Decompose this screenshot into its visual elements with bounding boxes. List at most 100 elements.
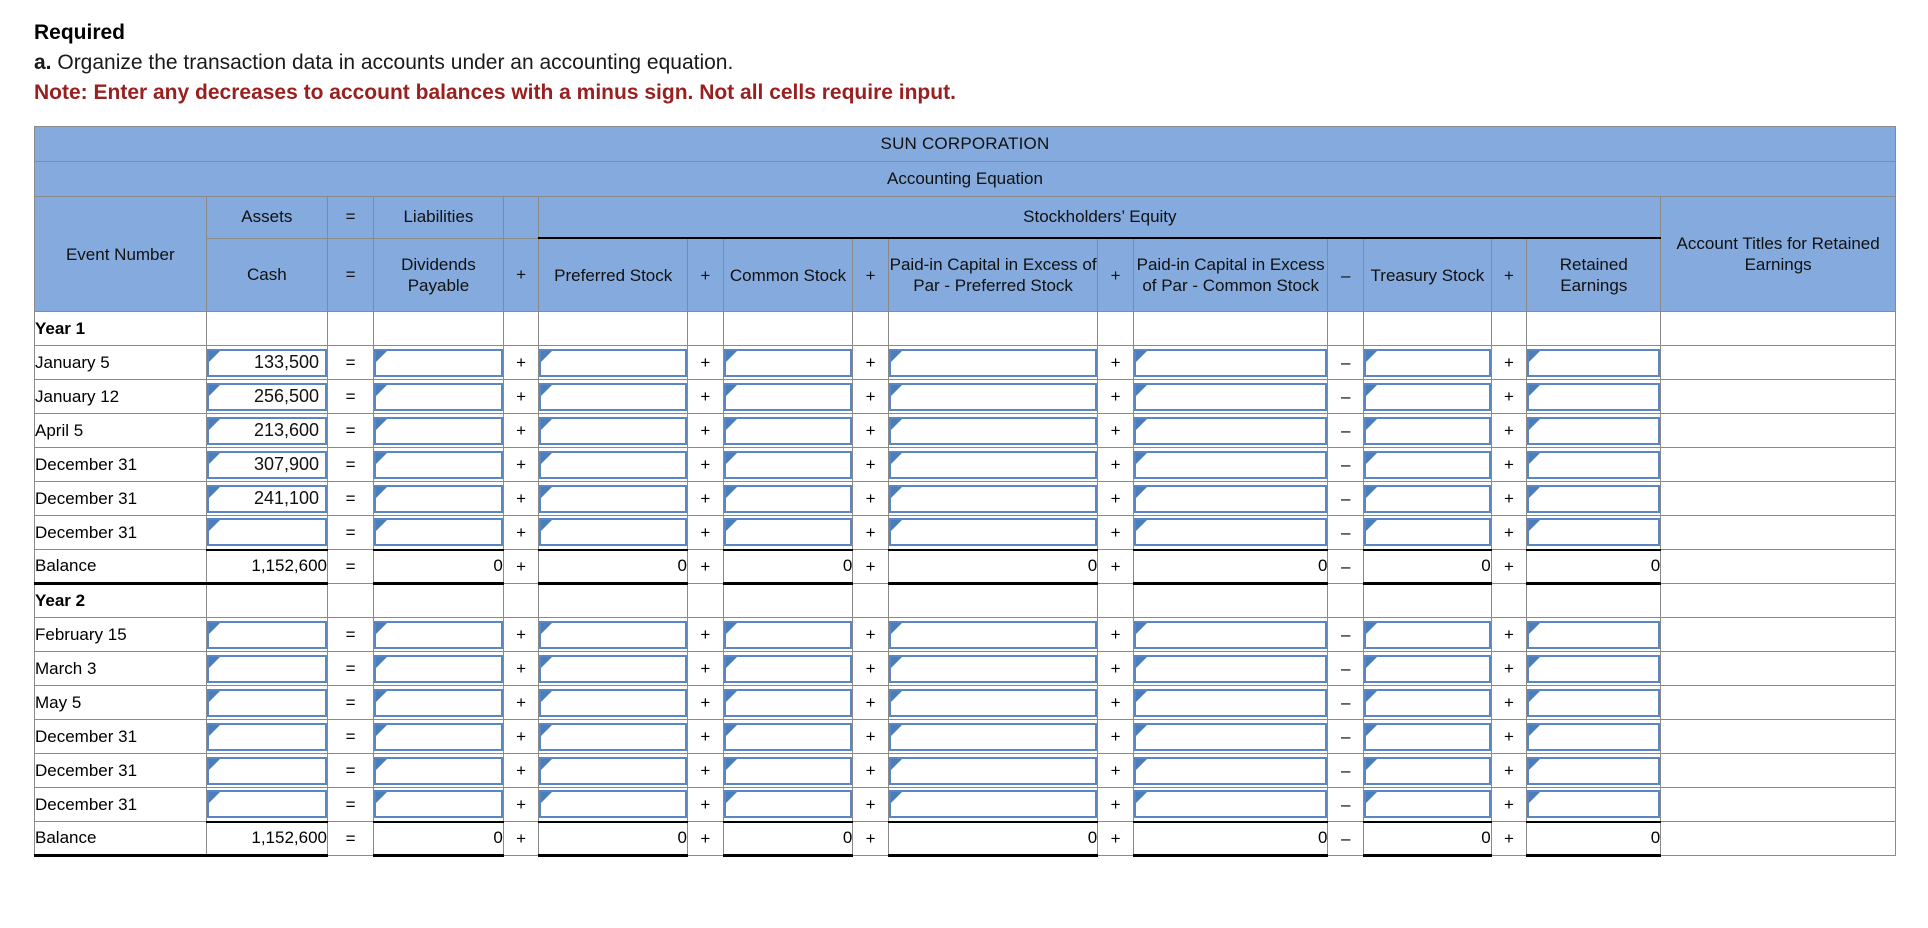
amount-input-cell[interactable]	[887, 753, 1099, 788]
amount-input[interactable]	[374, 450, 503, 479]
amount-input[interactable]	[888, 654, 1098, 683]
amount-input-cell[interactable]	[722, 515, 854, 551]
amount-input-cell[interactable]	[1526, 481, 1662, 516]
account-title-cell[interactable]	[1660, 787, 1896, 822]
amount-input[interactable]	[888, 620, 1098, 649]
amount-input-cell[interactable]	[722, 345, 854, 380]
amount-input[interactable]	[1133, 722, 1328, 751]
amount-input[interactable]	[539, 722, 688, 751]
amount-input-cell[interactable]	[722, 719, 854, 754]
amount-input-cell[interactable]	[538, 413, 689, 448]
amount-input[interactable]: 241,100	[206, 484, 328, 513]
amount-input-cell[interactable]	[722, 685, 854, 720]
amount-input-cell[interactable]	[1526, 719, 1662, 754]
amount-input-cell[interactable]	[722, 651, 854, 686]
amount-input-cell[interactable]	[1132, 787, 1329, 823]
amount-input[interactable]	[1364, 722, 1491, 751]
amount-input[interactable]	[374, 620, 503, 649]
amount-input[interactable]	[888, 790, 1098, 819]
amount-input[interactable]	[1527, 484, 1661, 513]
amount-input[interactable]	[206, 790, 328, 819]
amount-input[interactable]	[888, 416, 1098, 445]
amount-input-cell[interactable]	[722, 481, 854, 516]
account-title-cell[interactable]	[1660, 719, 1896, 754]
amount-input[interactable]	[1527, 620, 1661, 649]
amount-input[interactable]	[723, 790, 853, 819]
amount-input-cell[interactable]	[1363, 345, 1492, 380]
amount-input-cell[interactable]	[205, 651, 329, 686]
amount-input-cell[interactable]	[1526, 651, 1662, 686]
amount-input[interactable]	[539, 382, 688, 411]
account-title-cell[interactable]	[1660, 413, 1896, 448]
amount-input-cell[interactable]: 241,100	[205, 481, 329, 516]
amount-input-cell[interactable]: 256,500	[205, 379, 329, 414]
amount-input-cell[interactable]	[1363, 787, 1492, 823]
amount-input[interactable]	[374, 348, 503, 377]
amount-input[interactable]	[1527, 722, 1661, 751]
amount-input-cell[interactable]	[1526, 685, 1662, 720]
amount-input[interactable]	[206, 722, 328, 751]
amount-input[interactable]	[723, 518, 853, 547]
amount-input-cell[interactable]	[1363, 379, 1492, 414]
amount-input-cell[interactable]	[538, 481, 689, 516]
amount-input[interactable]	[1133, 654, 1328, 683]
amount-input-cell[interactable]	[722, 787, 854, 823]
amount-input-cell[interactable]	[1526, 413, 1662, 448]
amount-input-cell[interactable]	[205, 515, 329, 551]
amount-input[interactable]	[1364, 688, 1491, 717]
amount-input[interactable]: 213,600	[206, 416, 328, 445]
amount-input-cell[interactable]	[373, 481, 504, 516]
amount-input[interactable]	[1364, 518, 1491, 547]
amount-input[interactable]: 133,500	[206, 348, 328, 377]
amount-input-cell[interactable]	[722, 753, 854, 788]
amount-input[interactable]	[539, 654, 688, 683]
amount-input[interactable]	[206, 654, 328, 683]
amount-input[interactable]	[723, 484, 853, 513]
amount-input[interactable]	[539, 756, 688, 785]
amount-input-cell[interactable]: 133,500	[205, 345, 329, 380]
amount-input-cell[interactable]	[1526, 515, 1662, 551]
amount-input-cell[interactable]	[887, 515, 1099, 551]
amount-input-cell[interactable]	[887, 651, 1099, 686]
account-title-cell[interactable]	[1660, 481, 1896, 516]
amount-input-cell[interactable]	[1132, 515, 1329, 551]
amount-input[interactable]	[1364, 416, 1491, 445]
account-title-cell[interactable]	[1660, 651, 1896, 686]
amount-input-cell[interactable]	[887, 447, 1099, 482]
amount-input[interactable]	[1133, 790, 1328, 819]
amount-input-cell[interactable]	[1363, 447, 1492, 482]
amount-input-cell[interactable]	[538, 651, 689, 686]
amount-input[interactable]	[723, 722, 853, 751]
amount-input[interactable]	[539, 348, 688, 377]
amount-input-cell[interactable]	[722, 617, 854, 652]
amount-input[interactable]	[539, 450, 688, 479]
amount-input[interactable]	[374, 416, 503, 445]
amount-input[interactable]	[723, 620, 853, 649]
amount-input[interactable]	[1364, 756, 1491, 785]
amount-input-cell[interactable]	[887, 379, 1099, 414]
amount-input[interactable]	[374, 382, 503, 411]
amount-input-cell[interactable]	[1363, 685, 1492, 720]
amount-input[interactable]	[374, 790, 503, 819]
account-title-cell[interactable]	[1660, 617, 1896, 652]
amount-input[interactable]	[1527, 756, 1661, 785]
amount-input[interactable]	[1527, 790, 1661, 819]
amount-input[interactable]	[1133, 348, 1328, 377]
amount-input[interactable]	[206, 518, 328, 547]
amount-input[interactable]	[723, 688, 853, 717]
amount-input-cell[interactable]	[205, 787, 329, 823]
amount-input[interactable]	[539, 416, 688, 445]
amount-input-cell[interactable]: 213,600	[205, 413, 329, 448]
amount-input[interactable]	[723, 382, 853, 411]
amount-input-cell[interactable]	[538, 345, 689, 380]
amount-input[interactable]	[1133, 756, 1328, 785]
amount-input[interactable]	[374, 756, 503, 785]
amount-input[interactable]	[539, 518, 688, 547]
amount-input-cell[interactable]	[1132, 345, 1329, 380]
account-title-cell[interactable]	[1660, 379, 1896, 414]
amount-input-cell[interactable]	[1363, 481, 1492, 516]
amount-input[interactable]	[723, 416, 853, 445]
amount-input-cell[interactable]	[205, 617, 329, 652]
amount-input[interactable]	[1364, 654, 1491, 683]
amount-input[interactable]	[888, 756, 1098, 785]
